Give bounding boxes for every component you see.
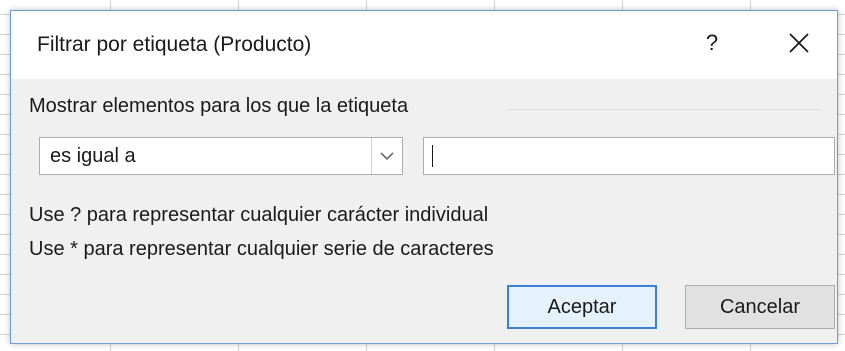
group-label: Mostrar elementos para los que la etique…: [29, 95, 409, 117]
group-divider: [507, 109, 821, 110]
dropdown-arrow-button[interactable]: [371, 138, 402, 174]
condition-selected-value: es igual a: [50, 145, 136, 167]
text-caret: [432, 145, 433, 167]
dialog-title: Filtrar por etiqueta (Producto): [37, 33, 312, 56]
chevron-down-icon: [380, 152, 394, 161]
close-icon: [789, 33, 809, 53]
help-button[interactable]: ?: [697, 27, 727, 59]
group-header: Mostrar elementos para los que la etique…: [29, 95, 821, 125]
wildcard-hint-question: Use ? para representar cualquier carácte…: [29, 204, 489, 226]
close-button[interactable]: [781, 25, 817, 61]
wildcard-hint-asterisk: Use * para representar cualquier serie d…: [29, 238, 494, 260]
cancel-button[interactable]: Cancelar: [685, 285, 835, 329]
ok-button[interactable]: Aceptar: [507, 285, 657, 329]
condition-dropdown[interactable]: es igual a: [39, 137, 403, 175]
label-value-input[interactable]: [423, 137, 835, 175]
dialog-titlebar: Filtrar por etiqueta (Producto) ?: [11, 11, 837, 79]
filter-by-label-dialog: Filtrar por etiqueta (Producto) ? Mostra…: [10, 10, 838, 344]
